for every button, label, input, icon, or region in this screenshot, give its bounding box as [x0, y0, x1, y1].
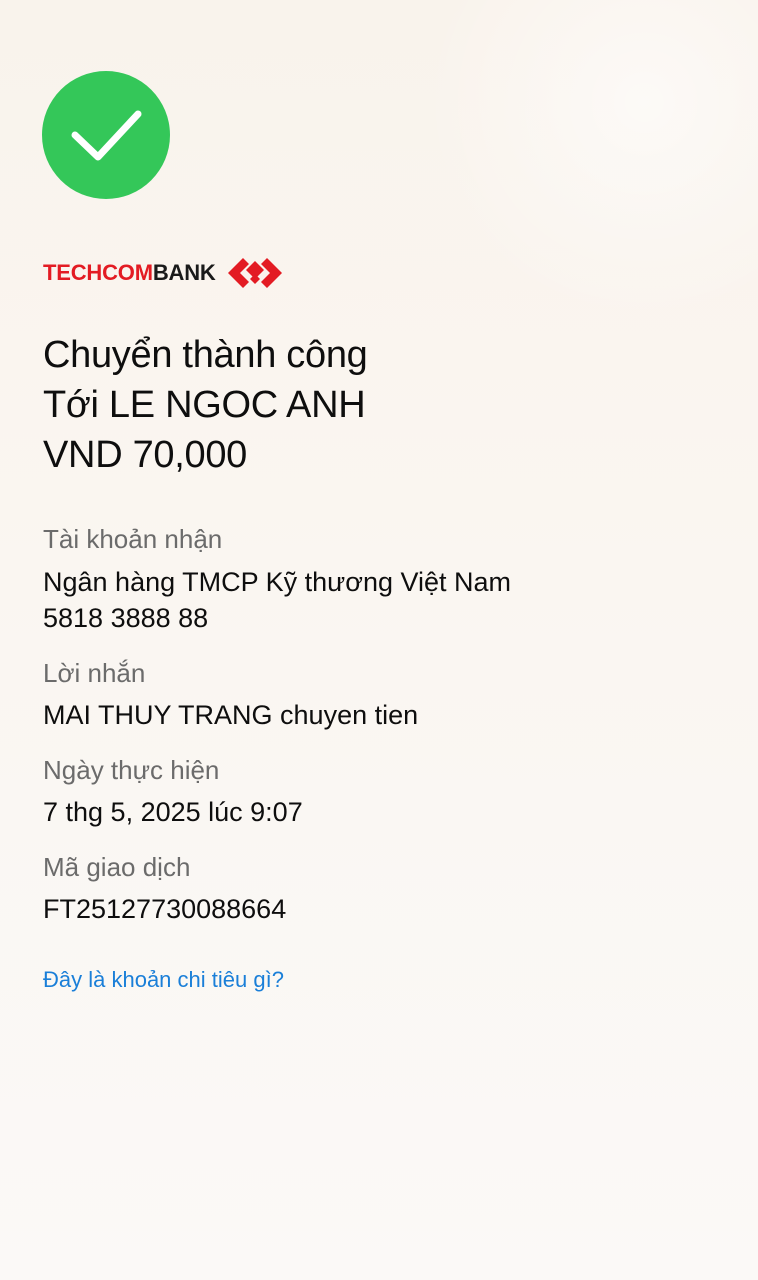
- receiving-account-section: Tài khoản nhận Ngân hàng TMCP Kỹ thương …: [43, 520, 723, 636]
- date-value: 7 thg 5, 2025 lúc 9:07: [43, 797, 303, 827]
- message-section: Lời nhắn MAI THUY TRANG chuyen tien: [43, 654, 723, 733]
- bank-brand: TECHCOMBANK: [43, 252, 284, 294]
- transfer-success-screen: TECHCOMBANK Chuyển thành công Tới LE NGO…: [0, 0, 758, 1280]
- checkmark-circle-icon: [42, 71, 170, 199]
- checkmark-icon: [71, 110, 142, 161]
- bank-name-dark: BANK: [152, 260, 216, 285]
- message-label: Lời nhắn: [43, 658, 146, 688]
- date-label: Ngày thực hiện: [43, 755, 220, 785]
- transfer-details: Tài khoản nhận Ngân hàng TMCP Kỹ thương …: [43, 520, 723, 945]
- transaction-id-label: Mã giao dịch: [43, 852, 191, 882]
- transfer-amount: VND 70,000: [43, 434, 248, 476]
- spending-category-link[interactable]: Đây là khoản chi tiêu gì?: [43, 963, 284, 997]
- transfer-summary: Chuyển thành công Tới LE NGOC ANH VND 70…: [43, 330, 368, 480]
- techcombank-diamond-logo: [227, 258, 282, 288]
- transfer-status-title: Chuyển thành công: [43, 334, 368, 376]
- transaction-id-section: Mã giao dịch FT25127730088664: [43, 848, 723, 927]
- bank-name-red: TECHCOM: [43, 260, 153, 285]
- transaction-id-value: FT25127730088664: [43, 894, 287, 924]
- receiving-account-number: 5818 3888 88: [43, 603, 209, 633]
- message-value: MAI THUY TRANG chuyen tien: [43, 700, 419, 730]
- date-section: Ngày thực hiện 7 thg 5, 2025 lúc 9:07: [43, 751, 723, 830]
- receiving-bank-name: Ngân hàng TMCP Kỹ thương Việt Nam: [43, 567, 512, 597]
- recipient-name: Tới LE NGOC ANH: [43, 384, 366, 426]
- receiving-account-label: Tài khoản nhận: [43, 524, 223, 554]
- bank-name: TECHCOMBANK: [43, 262, 216, 284]
